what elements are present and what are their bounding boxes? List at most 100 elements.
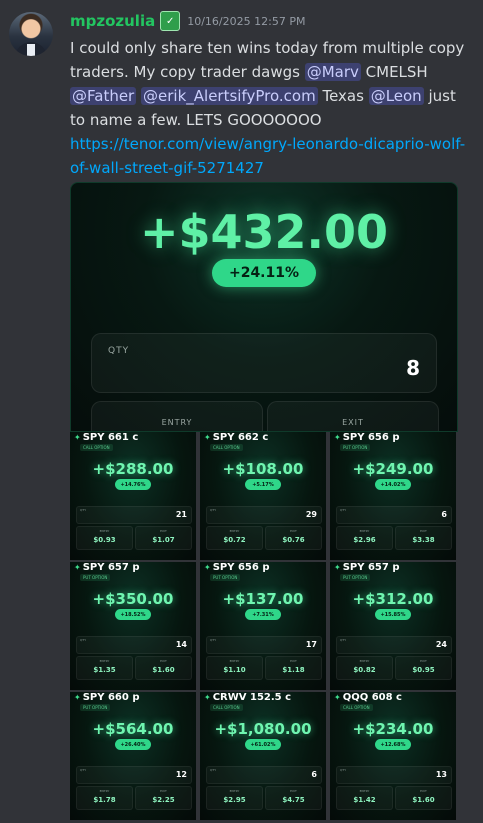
card-qty-label: QTY [340, 638, 347, 642]
author-avatar[interactable] [9, 12, 53, 56]
card-title: ✦ SPY 660 p [74, 692, 140, 703]
mention-father[interactable]: @Father [70, 87, 137, 105]
option-tag: PUT OPTION [80, 574, 111, 581]
option-tag: PUT OPTION [80, 704, 111, 711]
card-qty: 12 [175, 770, 187, 779]
profit-amount: +$432.00 [139, 205, 389, 259]
card-qty: 13 [435, 770, 447, 779]
card-entry: $2.96 [353, 536, 376, 544]
username[interactable]: mpzozulia [70, 12, 155, 30]
mention-marv[interactable]: @Marv [304, 63, 361, 81]
message-text: Texas [317, 87, 369, 105]
card-exit-label: EXIT [160, 659, 167, 663]
tenor-link[interactable]: https://tenor.com/view/angry-leonardo-di… [70, 132, 470, 180]
trade-card[interactable]: ✦ SPY 661 c CALL OPTION +$288.00 +14.76% … [70, 432, 196, 560]
card-exit: $2.25 [152, 796, 175, 804]
card-exit-box: EXIT $1.60 [135, 656, 192, 680]
card-profit: +$312.00 [352, 590, 434, 608]
trade-card[interactable]: ✦ QQQ 608 c CALL OPTION +$234.00 +12.68% … [330, 692, 456, 820]
card-qty-label: QTY [210, 768, 217, 772]
card-title: ✦ SPY 656 p [204, 562, 270, 573]
trade-card[interactable]: ✦ SPY 657 p PUT OPTION +$350.00 +18.52% Q… [70, 562, 196, 690]
card-entry: $0.93 [93, 536, 116, 544]
card-exit-label: EXIT [290, 529, 297, 533]
trade-card[interactable]: ✦ SPY 657 p PUT OPTION +$312.00 +15.85% Q… [330, 562, 456, 690]
card-qty-box: QTY 14 [76, 636, 192, 654]
card-exit-box: EXIT $3.38 [395, 526, 452, 550]
card-exit-box: EXIT $1.07 [135, 526, 192, 550]
bolt-icon: ✦ [74, 563, 81, 572]
card-exit-label: EXIT [420, 789, 427, 793]
card-percent: +61.02% [245, 739, 281, 750]
message-content: I could only share ten wins today from m… [70, 36, 470, 180]
option-tag: PUT OPTION [210, 574, 241, 581]
card-percent: +5.17% [245, 479, 281, 490]
option-tag: CALL OPTION [340, 704, 373, 711]
card-profit: +$234.00 [352, 720, 434, 738]
card-entry: $2.95 [223, 796, 246, 804]
card-entry-label: ENTRY [99, 659, 110, 663]
card-entry-label: ENTRY [359, 659, 370, 663]
card-entry-box: ENTRY $1.35 [76, 656, 133, 680]
trade-card[interactable]: ✦ SPY 662 c CALL OPTION +$108.00 +5.17% Q… [200, 432, 326, 560]
card-title: ✦ SPY 657 p [334, 562, 400, 573]
card-exit-box: EXIT $4.75 [265, 786, 322, 810]
card-profit: +$350.00 [92, 590, 174, 608]
mention-leon[interactable]: @Leon [368, 87, 424, 105]
card-title: ✦ CRWV 152.5 c [204, 692, 292, 703]
card-entry: $1.78 [93, 796, 116, 804]
profit-percent-badge: +24.11% [212, 259, 316, 287]
card-qty: 29 [305, 510, 317, 519]
card-exit: $1.07 [152, 536, 175, 544]
trade-card[interactable]: ✦ SPY 656 p PUT OPTION +$137.00 +7.31% QT… [200, 562, 326, 690]
card-qty-label: QTY [80, 768, 87, 772]
card-entry-label: ENTRY [229, 659, 240, 663]
card-qty: 24 [435, 640, 447, 649]
card-exit-label: EXIT [160, 529, 167, 533]
card-qty: 17 [305, 640, 317, 649]
qty-label: QTY [108, 346, 130, 356]
card-exit-box: EXIT $1.60 [395, 786, 452, 810]
message-header: mpzozulia ✓ 10/16/2025 12:57 PM [70, 8, 305, 34]
card-exit: $4.75 [282, 796, 305, 804]
avatar-shirt [27, 44, 35, 56]
card-profit: +$288.00 [92, 460, 174, 478]
card-qty-box: QTY 13 [336, 766, 452, 784]
trade-card[interactable]: ✦ SPY 656 p PUT OPTION +$249.00 +14.02% Q… [330, 432, 456, 560]
bolt-icon: ✦ [204, 563, 211, 572]
card-entry-label: ENTRY [359, 789, 370, 793]
card-profit: +$1,080.00 [214, 720, 312, 738]
main-trade-embed[interactable]: +$432.00 +24.11% QTY 8 ENTRY EXIT [70, 182, 458, 432]
bolt-icon: ✦ [204, 433, 211, 442]
card-exit-label: EXIT [160, 789, 167, 793]
card-entry: $0.82 [353, 666, 376, 674]
entry-box: ENTRY [91, 401, 263, 431]
card-qty-box: QTY 12 [76, 766, 192, 784]
card-entry-box: ENTRY $1.42 [336, 786, 393, 810]
trade-card[interactable]: ✦ CRWV 152.5 c CALL OPTION +$1,080.00 +61… [200, 692, 326, 820]
qty-box: QTY 8 [91, 333, 437, 393]
entry-label: ENTRY [161, 418, 193, 427]
card-entry-label: ENTRY [229, 789, 240, 793]
card-entry-box: ENTRY $1.78 [76, 786, 133, 810]
option-tag: PUT OPTION [340, 574, 371, 581]
card-profit: +$108.00 [222, 460, 304, 478]
card-title: ✦ SPY 656 p [334, 432, 400, 443]
timestamp[interactable]: 10/16/2025 12:57 PM [187, 15, 305, 28]
card-qty-label: QTY [80, 638, 87, 642]
card-percent: +7.31% [245, 609, 281, 620]
card-qty: 6 [311, 770, 317, 779]
card-entry: $1.10 [223, 666, 246, 674]
trade-card[interactable]: ✦ SPY 660 p PUT OPTION +$564.00 +26.40% Q… [70, 692, 196, 820]
bolt-icon: ✦ [204, 693, 211, 702]
card-percent: +15.85% [375, 609, 411, 620]
card-qty-label: QTY [340, 768, 347, 772]
server-badge-icon[interactable]: ✓ [160, 11, 181, 31]
bolt-icon: ✦ [334, 433, 341, 442]
card-qty-label: QTY [80, 508, 87, 512]
card-exit-label: EXIT [290, 659, 297, 663]
card-percent: +14.76% [115, 479, 151, 490]
card-entry-box: ENTRY $1.10 [206, 656, 263, 680]
card-exit-box: EXIT $0.95 [395, 656, 452, 680]
mention-erik[interactable]: @erik_AlertsifyPro.com [141, 87, 318, 105]
